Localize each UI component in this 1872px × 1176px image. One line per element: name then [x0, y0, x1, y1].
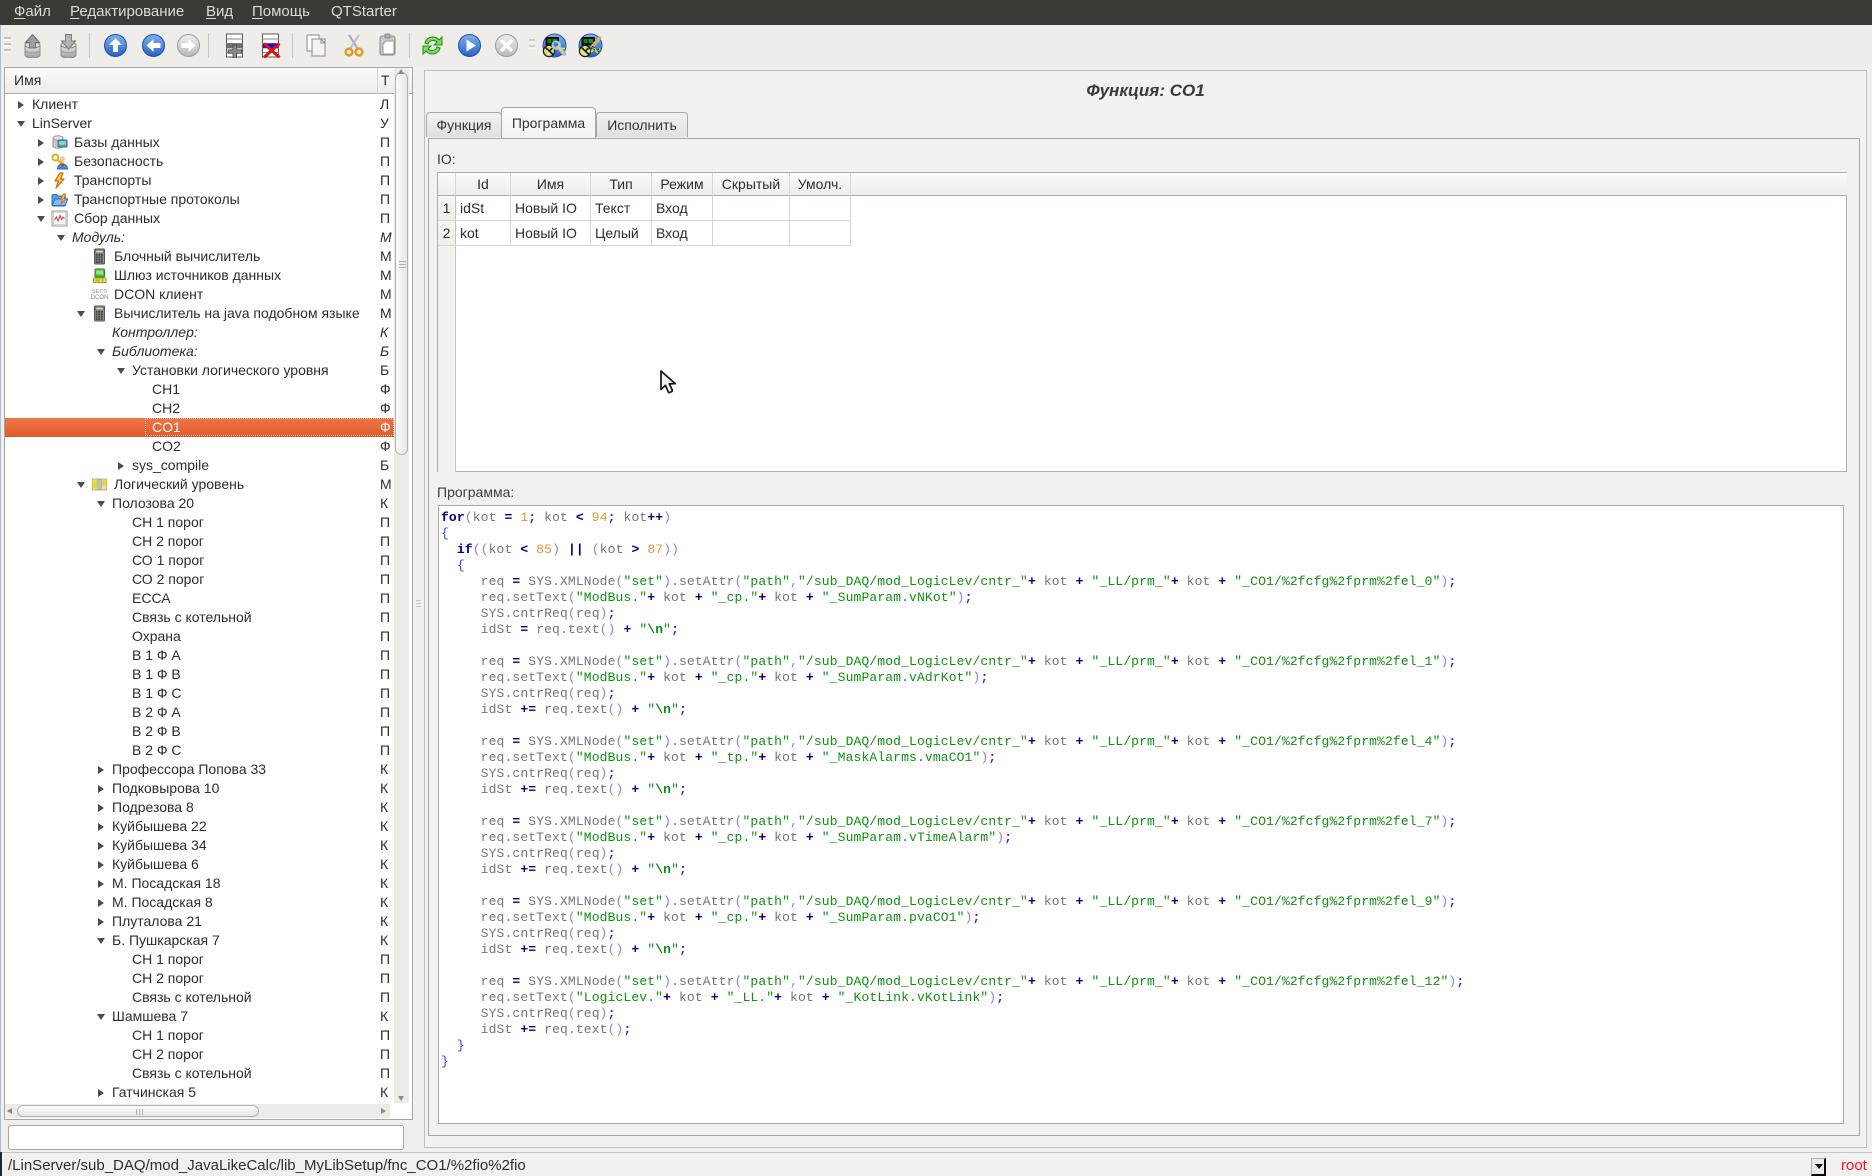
svg-text:DCON: DCON	[91, 295, 108, 301]
